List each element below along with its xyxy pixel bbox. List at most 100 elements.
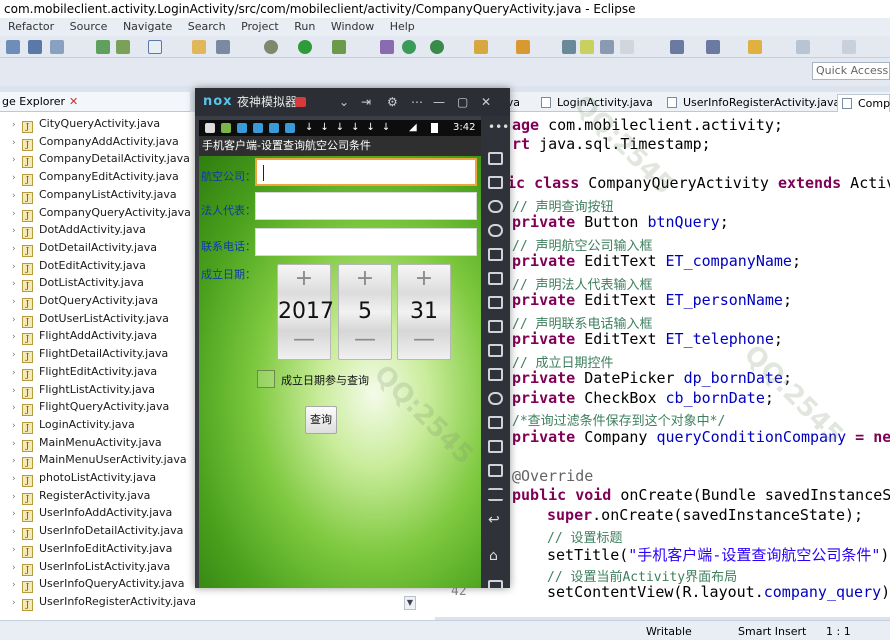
expand-arrow-icon[interactable]: › xyxy=(12,152,22,169)
new-class-icon[interactable] xyxy=(430,40,444,54)
month-picker[interactable]: + 5 — xyxy=(338,264,392,360)
list-item[interactable]: › J DotListActivity.java xyxy=(12,274,144,293)
class-icon[interactable] xyxy=(402,40,416,54)
expand-arrow-icon[interactable]: › xyxy=(12,506,22,523)
list-item[interactable]: › JphotoListActivity.java xyxy=(12,469,156,487)
highlight-icon[interactable] xyxy=(580,40,594,54)
save-icon[interactable] xyxy=(28,40,42,54)
expand-arrow-icon[interactable]: › xyxy=(12,312,22,329)
menu-navigate[interactable]: Navigate xyxy=(123,20,172,33)
list-item[interactable]: › J UserInfoQueryActivity.java xyxy=(12,575,184,594)
loading-icon[interactable] xyxy=(488,392,503,405)
apk-icon[interactable] xyxy=(488,272,503,285)
list-item[interactable]: › J UserInfoEditActivity.java xyxy=(12,540,172,558)
list-item[interactable]: › J UserInfoDetailActivity.java xyxy=(12,522,183,541)
list-item[interactable]: › J DotEditActivity.java xyxy=(12,257,146,275)
expand-arrow-icon[interactable]: › xyxy=(12,117,22,134)
quick-access-input[interactable]: Quick Access xyxy=(812,62,890,80)
expand-arrow-icon[interactable]: › xyxy=(12,223,22,240)
menu-help[interactable]: Help xyxy=(390,20,415,33)
expand-arrow-icon[interactable]: › xyxy=(12,206,22,223)
list-item[interactable]: › J FlightAddActivity.java xyxy=(12,327,157,346)
prev-annotation-icon[interactable] xyxy=(706,40,720,54)
search-icon[interactable] xyxy=(516,40,530,54)
expand-arrow-icon[interactable]: › xyxy=(12,294,22,311)
expand-arrow-icon[interactable]: › xyxy=(12,577,22,594)
expand-arrow-icon[interactable]: › xyxy=(12,170,22,187)
multi-instance-icon[interactable] xyxy=(488,464,503,477)
recent-apps-icon[interactable] xyxy=(488,580,503,590)
debug-icon[interactable] xyxy=(332,40,346,54)
menu-refactor[interactable]: Refactor xyxy=(8,20,54,33)
whitespace-icon[interactable] xyxy=(620,40,634,54)
decrement-icon[interactable]: — xyxy=(339,327,391,352)
open-type-icon[interactable] xyxy=(474,40,488,54)
list-item[interactable]: › J UserInfoListActivity.java xyxy=(12,558,170,576)
volume-down-icon[interactable] xyxy=(488,344,503,357)
close-icon[interactable]: ✕ xyxy=(481,88,491,116)
born-date-checkbox[interactable] xyxy=(257,370,275,388)
folder-icon[interactable] xyxy=(192,40,206,54)
next-annotation-icon[interactable] xyxy=(670,40,684,54)
list-item[interactable]: › J FlightQueryActivity.java xyxy=(12,398,169,417)
expand-arrow-icon[interactable]: › xyxy=(12,241,22,258)
telephone-input[interactable] xyxy=(255,228,477,256)
list-item[interactable]: › J FlightListActivity.java xyxy=(12,381,155,399)
fullscreen-icon[interactable] xyxy=(488,296,503,309)
package-explorer-tab[interactable]: ge Explorer ✕ xyxy=(0,92,190,112)
back-icon[interactable]: ↩ xyxy=(488,512,500,528)
list-item[interactable]: › J UserInfoAddActivity.java xyxy=(12,504,172,523)
shake-icon[interactable] xyxy=(488,416,503,429)
list-item[interactable]: › J LoginActivity.java xyxy=(12,416,135,434)
menu-run[interactable]: Run xyxy=(294,20,315,33)
list-item[interactable]: › J CompanyDetailActivity.java xyxy=(12,150,190,169)
menu-icon[interactable] xyxy=(488,488,503,501)
list-item[interactable]: › J RegisterActivity.java xyxy=(12,487,150,505)
screenshot-icon[interactable] xyxy=(488,368,503,381)
archive-icon[interactable] xyxy=(116,40,130,54)
list-item[interactable]: › J CompanyEditActivity.java xyxy=(12,168,179,187)
list-item[interactable]: › J CompanyAddActivity.java xyxy=(12,133,179,151)
annotation-icon[interactable] xyxy=(562,40,576,54)
expand-arrow-icon[interactable]: › xyxy=(12,489,22,506)
minimize-icon[interactable]: — xyxy=(433,88,445,116)
expand-arrow-icon[interactable]: › xyxy=(12,276,22,293)
day-picker[interactable]: + 31 — xyxy=(397,264,451,360)
menu-source[interactable]: Source xyxy=(70,20,108,33)
notification-icon[interactable] xyxy=(295,97,306,107)
new-icon[interactable] xyxy=(6,40,20,54)
list-item[interactable]: › J DotUserListActivity.java xyxy=(12,310,169,328)
location-icon[interactable] xyxy=(488,224,503,237)
list-item[interactable]: › J CityQueryActivity.java xyxy=(12,115,160,133)
list-item[interactable]: › J CompanyListActivity.java xyxy=(12,186,177,204)
increment-icon[interactable]: + xyxy=(278,266,330,291)
more-icon[interactable]: ⋯ xyxy=(411,88,423,116)
expand-arrow-icon[interactable]: › xyxy=(12,383,22,400)
gear-icon[interactable] xyxy=(264,40,278,54)
decrement-icon[interactable]: — xyxy=(278,327,330,352)
list-item[interactable]: › J MainMenuActivity.java xyxy=(12,434,162,452)
run-icon[interactable] xyxy=(298,40,312,54)
expand-arrow-icon[interactable]: › xyxy=(12,436,22,453)
expand-arrow-icon[interactable]: › xyxy=(12,418,22,435)
home-icon[interactable]: ⌂ xyxy=(489,548,498,564)
list-item[interactable]: › J DotDetailActivity.java xyxy=(12,239,157,257)
back-icon[interactable] xyxy=(748,40,762,54)
expand-arrow-icon[interactable]: › xyxy=(12,453,22,470)
tool-icon[interactable] xyxy=(380,40,394,54)
tab-company-query[interactable]: Comp xyxy=(837,94,890,112)
expand-arrow-icon[interactable]: › xyxy=(12,595,22,612)
forward-icon[interactable] xyxy=(796,40,810,54)
expand-arrow-icon[interactable]: › xyxy=(12,135,22,152)
server-icon[interactable] xyxy=(216,40,230,54)
query-button[interactable]: 查询 xyxy=(305,406,337,434)
company-name-input[interactable] xyxy=(255,158,477,186)
expand-arrow-icon[interactable]: › xyxy=(12,365,22,382)
expand-arrow-icon[interactable]: › xyxy=(12,560,22,577)
expand-arrow-icon[interactable]: › xyxy=(12,329,22,346)
expand-arrow-icon[interactable]: › xyxy=(12,542,22,559)
list-item[interactable]: › J DotQueryActivity.java xyxy=(12,292,158,310)
robot-icon[interactable] xyxy=(488,176,503,189)
list-item[interactable]: › J MainMenuUserActivity.java xyxy=(12,451,187,470)
expand-arrow-icon[interactable]: › xyxy=(12,524,22,541)
